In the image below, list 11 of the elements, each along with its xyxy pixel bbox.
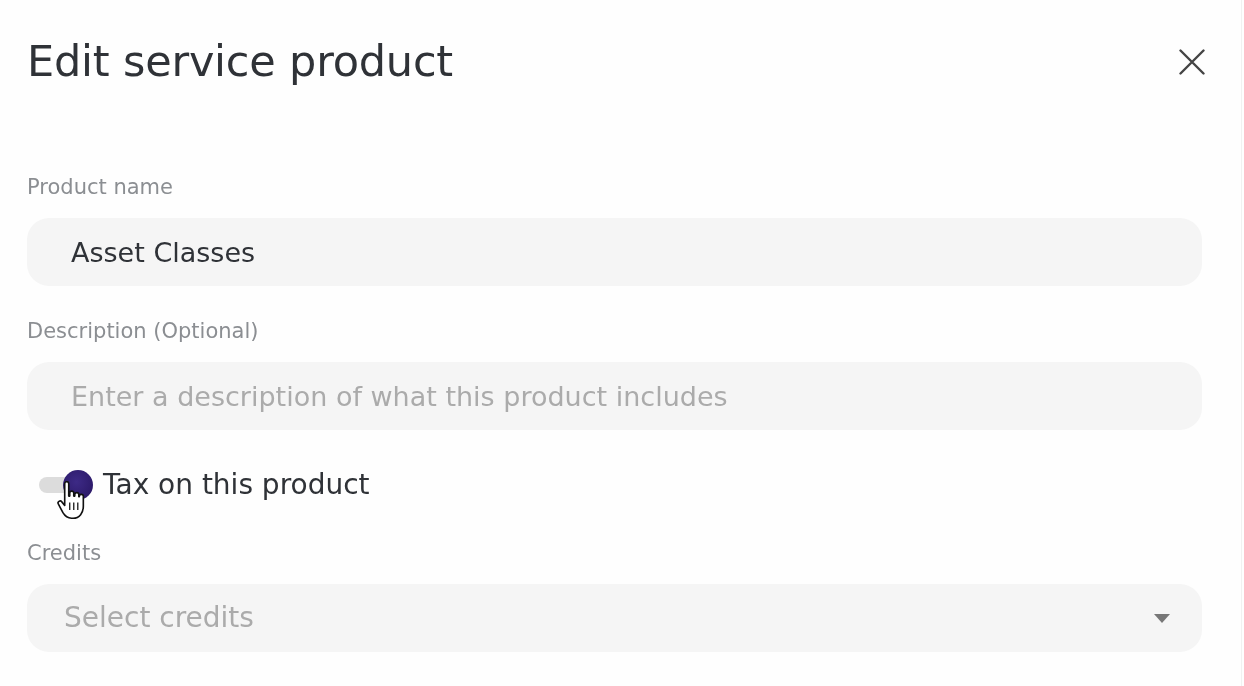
text-field[interactable]: Enter a description of what this product includes <box>27 362 1202 430</box>
switch-label: Tax on this product <box>103 468 370 502</box>
hand-cursor-icon <box>57 481 85 520</box>
field-label: Product name <box>27 174 174 200</box>
close-icon <box>1179 49 1205 75</box>
field-label: Credits <box>27 540 103 566</box>
close-button[interactable] <box>1179 49 1205 75</box>
dialog-title: Edit service product <box>27 36 454 88</box>
field-label: Description (Optional) <box>27 318 260 344</box>
text-field[interactable]: Asset Classes <box>27 218 1202 286</box>
caret-icon <box>1154 613 1170 623</box>
